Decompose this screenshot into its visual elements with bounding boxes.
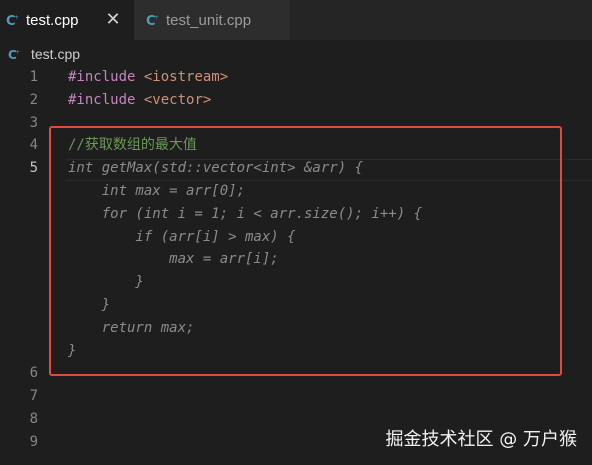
- code-text: #include <iostream>: [68, 69, 229, 85]
- line-number: 2: [29, 91, 38, 108]
- tab-test-cpp[interactable]: C + test.cpp ✕: [0, 0, 134, 40]
- line-number: 3: [29, 114, 38, 131]
- line-number: 6: [29, 365, 38, 382]
- watermark: 掘金技术社区 @ 万户猴: [385, 429, 577, 450]
- svg-text:+: +: [14, 14, 19, 21]
- svg-text:+: +: [15, 49, 20, 55]
- svg-text:+: +: [154, 14, 159, 21]
- line-number: 5: [29, 160, 38, 177]
- line-number: 1: [29, 69, 38, 85]
- breadcrumb-file: test.cpp: [31, 46, 81, 62]
- cpp-file-icon: C +: [146, 14, 159, 27]
- line-number: 9: [29, 433, 38, 450]
- code-line[interactable]: 1 #include <iostream>: [0, 66, 592, 88]
- tab-test-unit-cpp[interactable]: C + test_unit.cpp: [134, 0, 290, 40]
- code-line[interactable]: 2 #include <vector>: [0, 89, 592, 111]
- highlight-box: [49, 126, 562, 376]
- tab-label: test.cpp: [26, 11, 79, 29]
- tab-label: test_unit.cpp: [166, 11, 252, 29]
- tab-bar: C + test.cpp ✕ C + test_unit.cpp: [0, 0, 592, 40]
- code-line[interactable]: 7: [0, 385, 592, 407]
- cpp-file-icon: C +: [6, 14, 19, 27]
- close-icon[interactable]: ✕: [104, 10, 122, 28]
- breadcrumb[interactable]: C + test.cpp: [8, 44, 80, 64]
- cpp-file-icon: C +: [8, 48, 20, 61]
- line-number: 8: [29, 411, 38, 427]
- line-number: 7: [29, 388, 38, 405]
- line-number: 4: [29, 137, 38, 154]
- code-text: #include <vector>: [68, 91, 212, 108]
